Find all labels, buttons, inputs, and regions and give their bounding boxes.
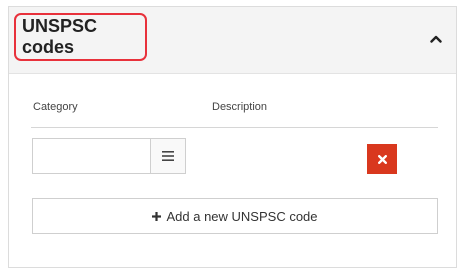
remove-icon <box>377 154 387 164</box>
panel-title: UNSPSC codes <box>14 13 147 61</box>
column-header-category: Category <box>33 101 78 113</box>
category-input[interactable] <box>32 138 151 174</box>
remove-row-button[interactable] <box>367 144 397 174</box>
panel-header[interactable]: UNSPSC codes <box>9 7 456 74</box>
add-unspsc-code-button[interactable]: Add a new UNSPSC code <box>32 198 438 234</box>
unspsc-panel: UNSPSC codes Category Description Add a … <box>8 6 457 268</box>
chevron-up-icon[interactable] <box>428 31 444 47</box>
add-button-label: Add a new UNSPSC code <box>166 208 318 224</box>
table-divider <box>31 127 438 128</box>
plus-icon <box>152 209 162 223</box>
column-header-description: Description <box>212 101 268 113</box>
list-icon[interactable] <box>150 138 186 174</box>
